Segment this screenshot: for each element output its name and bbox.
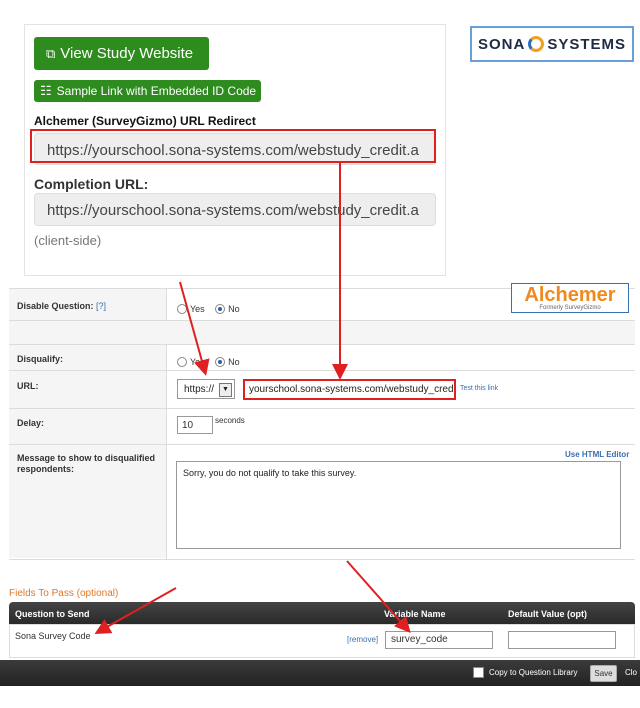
help-link[interactable]: [?] [96, 301, 106, 311]
disable-no-label: No [228, 303, 240, 314]
disqualify-values: Yes No [166, 345, 635, 371]
url-label: URL: [17, 381, 39, 391]
panel-spacer [9, 320, 635, 345]
sample-link-label: Sample Link with Embedded ID Code [56, 84, 257, 98]
copy-to-library-label: Copy to Question Library [489, 668, 578, 677]
sample-link-button[interactable]: ☷ Sample Link with Embedded ID Code [34, 80, 261, 102]
sona-logo-right: SYSTEMS [547, 35, 627, 53]
sona-logo-left: SONA [477, 35, 526, 53]
delay-row: Delay: [9, 408, 635, 445]
alchemer-logo-subtitle: Formerly SurveyGizmo [539, 305, 601, 311]
disqualify-url-input[interactable]: yourschool.sona-systems.com/webstudy_cre… [243, 379, 456, 400]
test-link[interactable]: Test this link [460, 385, 498, 392]
delay-input[interactable]: 10 [177, 416, 213, 434]
delay-values [166, 409, 635, 445]
close-button[interactable]: Clo [625, 668, 637, 677]
disqualify-row: Disqualify: Yes No [9, 344, 635, 371]
redirect-url-label: Alchemer (SurveyGizmo) URL Redirect [34, 114, 256, 128]
disable-question-label-wrap: Disable Question: [?] [17, 301, 106, 311]
alchemer-logo-text: Alchemer [524, 284, 616, 306]
remove-link[interactable]: [remove] [347, 635, 378, 644]
default-value-input[interactable] [508, 631, 616, 649]
disqualify-no-radio[interactable] [215, 356, 226, 367]
external-link-icon: ⧉ [46, 45, 56, 61]
fields-to-pass-title: Fields To Pass (optional) [9, 588, 119, 599]
disqualify-message-textarea[interactable]: Sorry, you do not qualify to take this s… [176, 461, 621, 549]
sona-systems-logo: SONA SYSTEMS [470, 26, 634, 62]
completion-url-field[interactable]: https://yourschool.sona-systems.com/webs… [34, 193, 436, 226]
use-html-editor-link[interactable]: Use HTML Editor [565, 450, 629, 459]
message-label: Message to show to disqualified responde… [17, 453, 156, 474]
copy-to-library-checkbox[interactable] [473, 667, 484, 678]
col-default-value: Default Value (opt) [508, 609, 588, 619]
protocol-value: https:// [184, 384, 215, 395]
save-button[interactable]: Save [590, 665, 617, 682]
disable-no-radio[interactable] [215, 303, 226, 314]
view-study-website-button[interactable]: ⧉ View Study Website [34, 37, 209, 70]
redirect-highlight-box [30, 129, 436, 163]
client-side-note: (client-side) [34, 233, 102, 248]
protocol-select[interactable]: https:// ▼ [177, 379, 235, 399]
disable-yes-label: Yes [190, 303, 205, 314]
sona-swirl-icon [528, 36, 545, 52]
disqualify-yes-radio[interactable] [177, 356, 187, 367]
alchemer-logo: Alchemer Formerly SurveyGizmo [511, 283, 629, 313]
col-question-to-send: Question to Send [15, 609, 90, 619]
chevron-down-icon: ▼ [219, 383, 232, 397]
col-variable-name: Variable Name [384, 609, 446, 619]
view-study-website-label: View Study Website [60, 45, 194, 62]
disable-yes-radio[interactable] [177, 303, 187, 314]
completion-url-label: Completion URL: [34, 176, 149, 192]
variable-name-input[interactable]: survey_code [385, 631, 493, 649]
fields-table-header: Question to Send Variable Name Default V… [9, 602, 635, 624]
disqualify-label: Disqualify: [17, 354, 64, 364]
disqualify-no-label: No [228, 356, 240, 367]
question-to-send-value: Sona Survey Code [15, 631, 91, 641]
delay-label: Delay: [17, 418, 45, 428]
disable-question-label: Disable Question: [17, 301, 94, 311]
disqualify-yes-label: Yes [190, 356, 205, 367]
barcode-icon: ☷ [40, 83, 52, 98]
seconds-label: seconds [215, 416, 245, 425]
